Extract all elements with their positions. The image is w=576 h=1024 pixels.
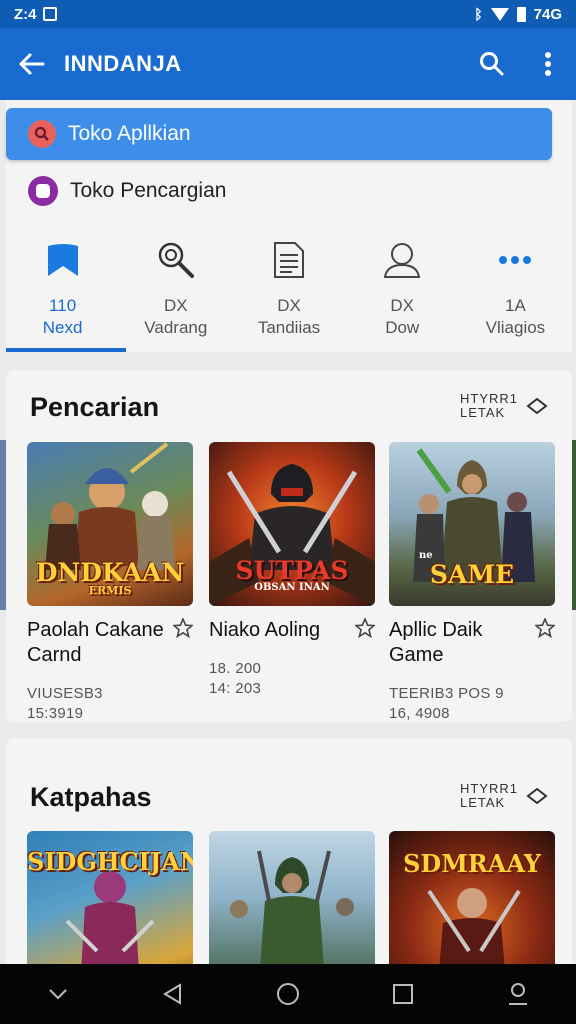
search-icon	[480, 52, 504, 76]
more-text-1: HTYRR1	[459, 391, 518, 406]
more-vert-icon	[545, 52, 551, 76]
favorite-star-icon[interactable]	[173, 618, 193, 638]
game-thumbnail: SUTPAS OBSAN INAN	[209, 442, 375, 606]
more-text-2: LETAK	[459, 405, 506, 420]
game-card[interactable]: DNDKAAN ERMIS Paolah Cakane Carnd VIUSES…	[27, 442, 193, 722]
game-meta-2: 14: 203	[209, 680, 262, 697]
person-icon	[383, 230, 421, 290]
vibrate-icon: ᛒ	[474, 6, 483, 22]
tab-count: DX	[163, 296, 188, 315]
circle-home-icon	[276, 983, 299, 1005]
wifi-icon	[490, 7, 509, 21]
thumb-subtitle: ERMIS	[88, 584, 132, 597]
section-more-button[interactable]: HTYRR1 LETAK	[460, 392, 548, 420]
game-card[interactable]: SAME ne Apllic Daik Game TEERIB3 POS 9 1…	[389, 442, 555, 722]
tab-count: 110	[49, 296, 77, 315]
game-card[interactable]: SIDGHCIJAN	[27, 831, 193, 978]
tab-count: 1A	[505, 296, 526, 315]
search-button[interactable]	[464, 28, 520, 100]
tab-count: DX	[277, 296, 301, 315]
game-thumbnail: SIDGHCIJAN	[27, 831, 193, 978]
more-text-2: LETAK	[459, 795, 506, 810]
expand-icon	[526, 398, 548, 414]
tab-label: Vadrang	[144, 318, 208, 337]
system-nav-bar	[0, 964, 576, 1024]
thumb-title: DNDKAAN	[35, 558, 185, 587]
thumb-subtitle: OBSAN INAN	[254, 582, 330, 593]
thumb-subtitle: ne	[419, 550, 433, 561]
favorite-star-icon[interactable]	[355, 618, 375, 638]
thumb-title: SDMRAAY	[403, 849, 541, 878]
tab-nexd[interactable]: 110 Nexd	[6, 226, 127, 352]
favorite-star-icon[interactable]	[535, 618, 555, 638]
battery-icon	[516, 6, 526, 22]
section-title: Pencarian	[30, 392, 160, 422]
nav-home-button[interactable]	[258, 964, 318, 1024]
tab-dow[interactable]: DX Dow	[346, 226, 459, 352]
battery-text: 74G	[533, 5, 562, 23]
game-name: Apllic Daik Game	[389, 619, 483, 666]
more-text-1: HTYRR1	[459, 781, 518, 796]
game-meta-1: TEERIB3 POS 9	[389, 685, 504, 702]
square-recents-icon	[393, 984, 414, 1004]
tab-tandiias[interactable]: DX Tandiias	[232, 226, 345, 352]
nav-recents-button[interactable]	[373, 964, 433, 1024]
nav-back-button[interactable]	[143, 964, 203, 1024]
game-thumbnail: DNDKAAN ERMIS	[27, 442, 193, 606]
game-meta-2: 15:3919	[27, 705, 84, 722]
expand-icon	[526, 788, 548, 804]
magnifier-icon	[156, 230, 196, 290]
thumb-title: SUTPAS	[235, 556, 349, 585]
tab-label: Tandiias	[257, 318, 321, 337]
section-title: Katpahas	[30, 782, 152, 812]
section-katpahas: Katpahas HTYRR1 LETAK SIDGHCIJAN SDMRAAY	[6, 738, 572, 978]
game-meta-1: 18. 200	[209, 660, 262, 677]
search-store-row[interactable]: Toko Pencargian	[28, 176, 226, 206]
game-meta-1: VIUSESB3	[27, 685, 103, 702]
store-search-bar[interactable]: Toko Apllkian	[6, 108, 552, 160]
thumb-title: SIDGHCIJAN	[27, 847, 193, 876]
tab-label: Nexd	[42, 318, 83, 337]
game-thumbnail: SAME ne	[389, 442, 555, 606]
notification-icon	[42, 7, 57, 21]
section-pencarian: Pencarian HTYRR1 LETAK DNDKAAN ERMIS Paol…	[6, 370, 572, 722]
game-card[interactable]: SDMRAAY	[389, 831, 555, 978]
triangle-back-icon	[162, 983, 181, 1005]
search-badge-icon	[28, 120, 56, 148]
nav-account-button[interactable]	[488, 964, 548, 1024]
person-nav-icon	[509, 983, 528, 1005]
top-panel: Toko Apllkian Toko Pencargian 110 Nexd D…	[6, 100, 572, 352]
tab-label: Vliagios	[485, 318, 546, 337]
back-button[interactable]	[0, 28, 64, 100]
game-card[interactable]: SUTPAS OBSAN INAN Niako Aoling 18. 200 1…	[209, 442, 375, 699]
game-thumbnail	[209, 831, 375, 978]
arrow-back-icon	[19, 53, 45, 75]
game-name: Paolah Cakane Carnd	[27, 619, 164, 666]
bookmark-icon	[45, 230, 81, 290]
tab-vadrang[interactable]: DX Vadrang	[119, 226, 232, 352]
overflow-menu-button[interactable]	[520, 28, 576, 100]
game-name: Niako Aoling	[209, 619, 321, 641]
nav-collapse-button[interactable]	[28, 964, 88, 1024]
app-title: INNDANJA	[64, 51, 182, 76]
category-tabs: 110 Nexd DX Vadrang DX Tandiias DX Dow 1…	[6, 226, 572, 352]
tab-vliagios[interactable]: 1A Vliagios	[459, 226, 572, 352]
game-thumbnail: SDMRAAY	[389, 831, 555, 978]
status-time: Z:4	[14, 5, 37, 23]
app-bar: INNDANJA	[0, 28, 576, 100]
store-app-icon	[28, 176, 58, 206]
chevron-down-icon	[48, 989, 67, 1000]
store-search-label: Toko Apllkian	[68, 122, 191, 145]
search-store-label: Toko Pencargian	[70, 179, 227, 202]
thumb-title: SAME	[429, 560, 515, 589]
game-meta-2: 16, 4908	[389, 705, 450, 722]
more-icon	[498, 230, 532, 290]
status-bar: Z:4 ᛒ 74G	[0, 0, 576, 28]
tab-label: Dow	[385, 318, 420, 337]
game-card[interactable]	[209, 831, 375, 978]
tab-count: DX	[390, 296, 415, 315]
section-more-button[interactable]: HTYRR1 LETAK	[460, 782, 548, 810]
document-icon	[272, 230, 306, 290]
